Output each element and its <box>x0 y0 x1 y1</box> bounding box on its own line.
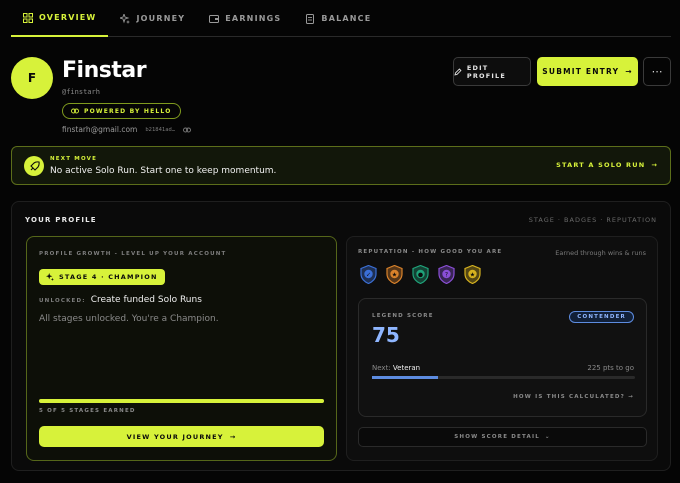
unlocked-row: Unlocked: Create funded Solo Runs <box>39 295 202 305</box>
stage-label: Stage 4 · Champion <box>59 273 158 281</box>
stages-earned: 5 of 5 stages earned <box>39 408 136 414</box>
badge-glyph: ? <box>445 271 448 278</box>
next-tier-key: Next: <box>372 364 391 372</box>
edit-profile-label: Edit profile <box>466 63 507 80</box>
tab-label: Earnings <box>225 14 282 23</box>
start-solo-run-link[interactable]: Start a Solo Run → <box>556 161 658 169</box>
tab-earnings[interactable]: Earnings <box>197 0 293 37</box>
avatar: F <box>11 57 53 99</box>
edit-profile-button[interactable]: Edit profile <box>453 57 531 86</box>
next-move-message: No active Solo Run. Start one to keep mo… <box>50 166 277 176</box>
view-journey-label: View your journey <box>126 432 224 441</box>
legend-score-value: 75 <box>372 323 400 347</box>
next-tier: Next: Veteran <box>372 364 420 372</box>
tab-label: Overview <box>39 13 97 22</box>
legend-score-card: Legend score Contender 75 Next: Veteran … <box>358 298 647 417</box>
growth-progress-fill <box>39 399 324 403</box>
tab-journey[interactable]: Journey <box>108 0 197 37</box>
your-profile-section: Your Profile STAGE · BADGES · REPUTATION… <box>11 201 671 471</box>
rocket-icon <box>24 156 44 176</box>
profile-handle: @finstarh <box>62 88 100 96</box>
badge-glyph: ● <box>418 271 423 278</box>
drop-badge[interactable]: ● <box>412 265 429 284</box>
powered-by-label: Powered by Hello <box>84 107 172 115</box>
stage-badge: Stage 4 · Champion <box>39 269 165 285</box>
shield-check-badge[interactable]: ✓ <box>360 265 377 284</box>
wallet-icon <box>209 14 220 23</box>
section-heading: Your Profile <box>25 216 97 224</box>
section-subnav: STAGE · BADGES · REPUTATION <box>528 216 657 224</box>
wallet-address: b21841ad… <box>145 126 176 133</box>
pencil-icon <box>454 67 462 76</box>
tab-bar: Overview Journey Earnings Balance <box>11 0 671 37</box>
legend-score-label: Legend score <box>372 313 434 319</box>
arrow-right-icon: → <box>625 67 633 76</box>
badge-glyph: ✓ <box>366 271 371 278</box>
gold-star-badge[interactable]: ★ <box>464 265 481 284</box>
all-unlocked-text: All stages unlocked. You're a Champion. <box>39 314 219 324</box>
submit-entry-label: Submit entry <box>542 67 620 76</box>
submit-entry-button[interactable]: Submit entry → <box>537 57 638 86</box>
sparkle-icon <box>120 13 131 24</box>
link-icon[interactable] <box>183 127 192 133</box>
grid-icon <box>23 12 33 23</box>
star-badge[interactable]: ★ <box>386 265 403 284</box>
show-score-detail-label: Show score detail <box>454 434 540 440</box>
question-badge[interactable]: ? <box>438 265 455 284</box>
next-move-label: Next move <box>50 156 98 162</box>
legend-progress-bar <box>372 376 635 379</box>
arrow-right-icon: → <box>229 432 237 441</box>
reputation-note: Earned through wins & runs <box>555 249 646 257</box>
reputation-heading: Reputation - how good you are <box>358 249 503 255</box>
how-calculated-link[interactable]: How is this calculated? → <box>513 394 634 400</box>
powered-by-badge[interactable]: Powered by Hello <box>62 103 181 119</box>
view-journey-button[interactable]: View your journey → <box>39 426 324 447</box>
show-score-detail-button[interactable]: Show score detail ⌄ <box>358 427 647 447</box>
tab-balance[interactable]: Balance <box>293 0 383 37</box>
tab-label: Balance <box>321 14 372 23</box>
start-solo-run-label: Start a Solo Run <box>556 161 646 169</box>
email-text: finstarh@gmail.com <box>62 125 138 134</box>
sparkle-icon <box>46 273 54 281</box>
tier-badge: Contender <box>569 311 634 323</box>
contact-row: finstarh@gmail.com b21841ad… <box>62 125 192 134</box>
link-icon <box>71 108 79 114</box>
reputation-card: Reputation - how good you are Earned thr… <box>346 236 658 461</box>
reputation-badges: ✓ ★ ●? ★ <box>360 265 481 284</box>
growth-heading: Profile growth - Level up your account <box>39 251 227 257</box>
badge-glyph: ★ <box>392 271 397 278</box>
next-tier-value: Veteran <box>392 364 421 372</box>
arrow-right-icon: → <box>651 161 658 169</box>
tab-label: Journey <box>136 14 186 23</box>
unlocked-value: Create funded Solo Runs <box>90 295 202 305</box>
badge-glyph: ★ <box>470 271 475 278</box>
tab-overview[interactable]: Overview <box>11 0 109 37</box>
growth-progress-bar <box>39 399 324 403</box>
profile-name: Finstar <box>62 58 147 83</box>
legend-progress-fill <box>372 376 438 379</box>
unlocked-key: Unlocked: <box>39 298 86 304</box>
chevron-down-icon: ⌄ <box>544 434 551 440</box>
profile-growth-card: Profile growth - Level up your account S… <box>26 236 337 461</box>
ledger-icon <box>306 13 315 24</box>
next-move-banner: Next move No active Solo Run. Start one … <box>11 146 671 185</box>
more-options-button[interactable]: ⋯ <box>643 57 671 86</box>
points-to-go: 225 pts to go <box>587 364 634 372</box>
